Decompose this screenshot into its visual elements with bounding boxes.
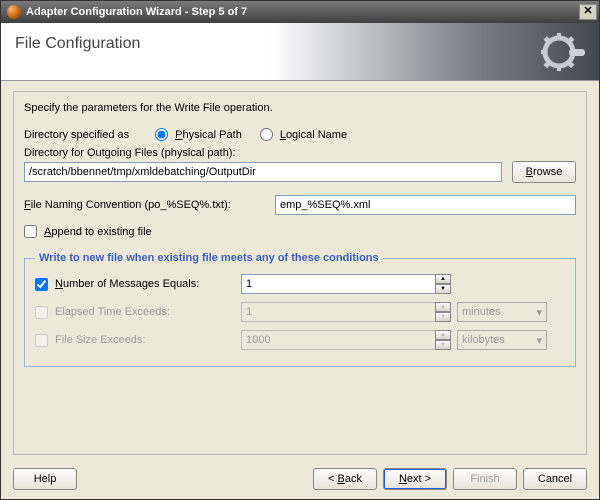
physical-path-radio-input[interactable] <box>155 128 168 141</box>
gear-icon <box>539 29 585 75</box>
elapsed-time-checkbox[interactable]: Elapsed Time Exceeds: <box>35 306 235 319</box>
naming-convention-input[interactable] <box>275 195 576 215</box>
page-title: File Configuration <box>15 35 585 53</box>
append-checkbox-label: Append to existing file <box>44 226 152 238</box>
spinner-down-icon: ▼ <box>435 340 451 350</box>
logical-name-radio-input[interactable] <box>260 128 273 141</box>
spinner-down-icon[interactable]: ▼ <box>435 284 451 294</box>
intro-text: Specify the parameters for the Write Fil… <box>24 102 576 114</box>
naming-conv-label: File Naming Convention (po_%SEQ%.txt): <box>24 199 259 211</box>
app-icon <box>7 5 21 19</box>
file-size-checkbox-input <box>35 334 48 347</box>
spinner-down-icon: ▼ <box>435 312 451 322</box>
num-messages-checkbox-input[interactable] <box>35 278 48 291</box>
num-messages-label: Number of Messages Equals: <box>55 278 199 290</box>
spinner-up-icon[interactable]: ▲ <box>435 274 451 284</box>
elapsed-time-unit-select: minutes ▾ <box>457 302 547 322</box>
elapsed-time-checkbox-input <box>35 306 48 319</box>
spinner-up-icon: ▲ <box>435 302 451 312</box>
logical-name-radio-label: Logical Name <box>280 129 347 141</box>
logical-name-radio[interactable]: Logical Name <box>260 128 347 141</box>
conditions-legend: Write to new file when existing file mee… <box>35 252 383 264</box>
chevron-down-icon: ▾ <box>536 306 542 319</box>
window-title: Adapter Configuration Wizard - Step 5 of… <box>26 6 579 18</box>
append-checkbox[interactable]: Append to existing file <box>24 225 152 238</box>
file-size-unit-select: kilobytes ▾ <box>457 330 547 350</box>
titlebar: Adapter Configuration Wizard - Step 5 of… <box>1 1 599 23</box>
file-size-spinner: ▲ ▼ <box>241 330 451 350</box>
num-messages-input[interactable] <box>241 274 435 294</box>
conditions-group: Write to new file when existing file mee… <box>24 252 576 367</box>
physical-path-radio[interactable]: Physical Path <box>155 128 242 141</box>
elapsed-time-label: Elapsed Time Exceeds: <box>55 306 170 318</box>
dir-label: Directory for Outgoing Files (physical p… <box>24 147 236 159</box>
form-panel: Specify the parameters for the Write Fil… <box>13 91 587 455</box>
elapsed-time-spinner: ▲ ▼ <box>241 302 451 322</box>
content-area: Specify the parameters for the Write Fil… <box>1 81 599 461</box>
spinner-up-icon: ▲ <box>435 330 451 340</box>
wizard-footer: Help < Back Next > Finish Cancel <box>1 461 599 497</box>
finish-button: Finish <box>453 468 517 490</box>
outgoing-dir-input[interactable] <box>24 162 502 182</box>
close-icon[interactable]: ✕ <box>579 4 597 20</box>
num-messages-spinner[interactable]: ▲ ▼ <box>241 274 451 294</box>
wizard-header: File Configuration <box>1 23 599 81</box>
help-button[interactable]: Help <box>13 468 77 490</box>
file-size-checkbox[interactable]: File Size Exceeds: <box>35 334 235 347</box>
file-size-input <box>241 330 435 350</box>
cancel-button[interactable]: Cancel <box>523 468 587 490</box>
append-checkbox-input[interactable] <box>24 225 37 238</box>
file-size-unit-value: kilobytes <box>462 334 505 346</box>
next-button[interactable]: Next > <box>383 468 447 490</box>
num-messages-checkbox[interactable]: Number of Messages Equals: <box>35 278 235 291</box>
chevron-down-icon: ▾ <box>536 334 542 347</box>
browse-button[interactable]: Browse <box>512 161 576 183</box>
elapsed-time-input <box>241 302 435 322</box>
file-size-label: File Size Exceeds: <box>55 334 145 346</box>
dir-specified-as-label: Directory specified as <box>24 129 129 141</box>
elapsed-time-unit-value: minutes <box>462 306 501 318</box>
physical-path-radio-label: Physical Path <box>175 129 242 141</box>
back-button[interactable]: < Back <box>313 468 377 490</box>
